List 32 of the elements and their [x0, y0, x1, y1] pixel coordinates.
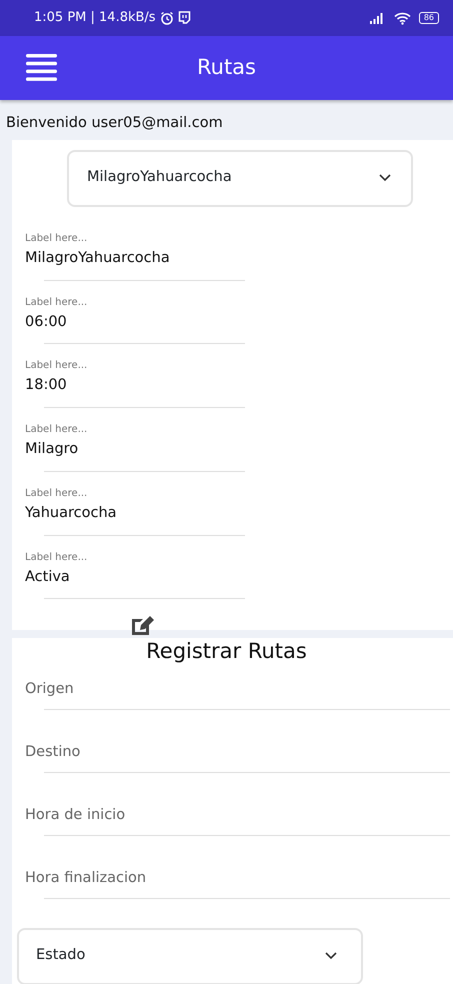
chat-icon: [178, 11, 191, 25]
menu-icon: [26, 54, 57, 81]
dropdown-value: MilagroYahuarcocha: [87, 168, 232, 188]
text-field[interactable]: Hora de inicio: [25, 804, 453, 826]
field-label: Label here...: [25, 232, 88, 246]
chevron-down-icon: [325, 952, 337, 960]
battery-level: 86: [418, 12, 439, 24]
welcome-text: Bienvenido user05@mail.com: [5, 114, 224, 133]
field-label: Label here...: [25, 296, 88, 310]
field-label: Label here...: [25, 423, 88, 437]
text-field[interactable]: Hora finalizacion: [25, 866, 453, 889]
text-field[interactable]: Origen: [25, 678, 453, 700]
field-label: Label here...: [25, 550, 88, 564]
screen-title: Rutas: [196, 54, 256, 82]
field-value: 18:00: [25, 376, 68, 396]
chevron-down-icon: [379, 174, 391, 182]
field-value: Milagro: [25, 440, 80, 459]
route-dropdown[interactable]: MilagroYahuarcocha: [67, 150, 413, 207]
field-value: Yahuarcocha: [25, 504, 118, 523]
form-title: Registrar Rutas: [145, 638, 308, 664]
field-label: Label here...: [25, 486, 88, 501]
text-field[interactable]: Destino: [25, 740, 453, 763]
edit-icon[interactable]: [130, 613, 156, 638]
alarm-icon: [160, 11, 174, 25]
field-value: Activa: [25, 568, 71, 586]
field-label: Label here...: [25, 359, 88, 374]
status-time: 1:05 PM | 14.8kB/s: [34, 9, 156, 28]
menu-button[interactable]: [26, 54, 57, 81]
wifi-icon: [394, 12, 411, 24]
field-value: 06:00: [25, 312, 68, 332]
field-value: MilagroYahuarcocha: [25, 248, 171, 268]
status-dropdown[interactable]: Estado: [17, 928, 363, 984]
